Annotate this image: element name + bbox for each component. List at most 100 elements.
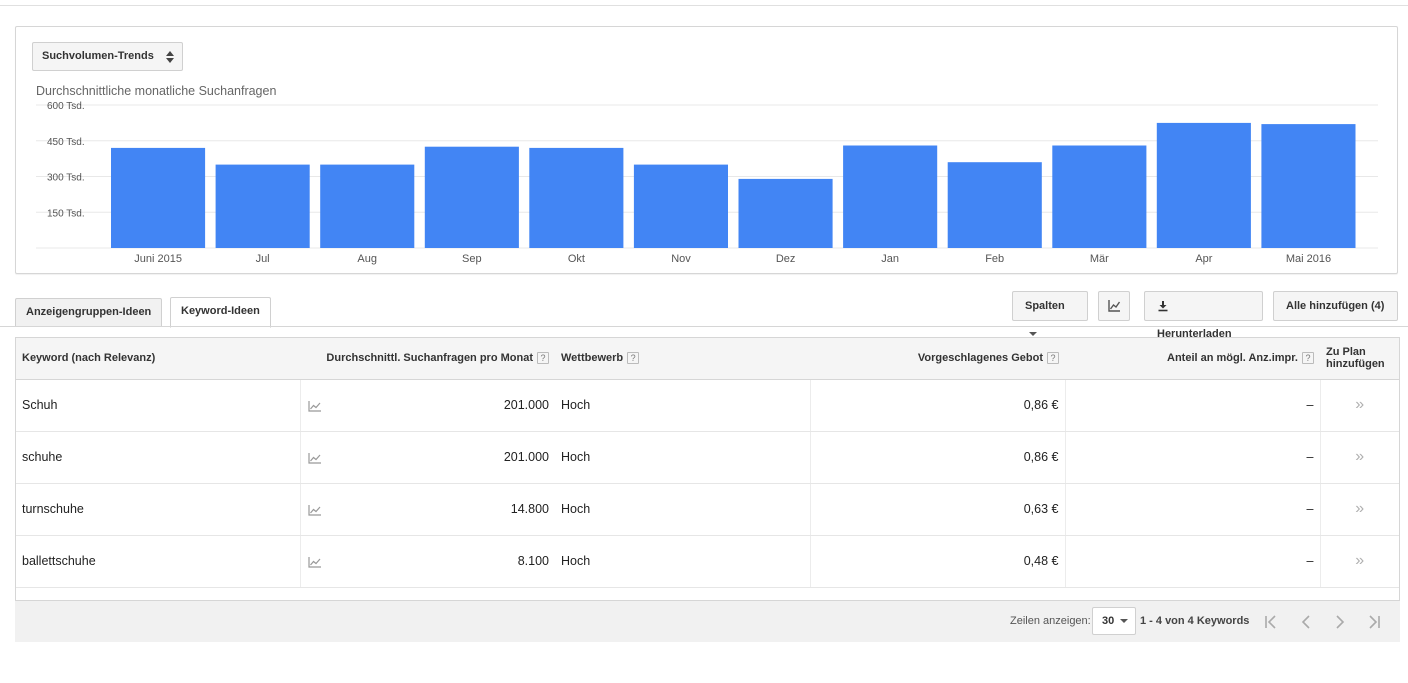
help-icon[interactable]: ? <box>537 352 549 365</box>
x-tick-label: Mai 2016 <box>1286 253 1331 265</box>
table-row: schuhe 201.000 Hoch 0,86 € –» <box>16 431 1399 484</box>
y-tick-label: 600 Tsd. <box>47 101 85 112</box>
keyword-cell: ballettschuhe <box>16 535 300 588</box>
x-tick-label: Apr <box>1195 253 1212 265</box>
x-tick-label: Jan <box>881 253 899 265</box>
competition-cell: Hoch <box>555 483 810 536</box>
searches-value: 8.100 <box>517 554 549 568</box>
header-add-to-plan: Zu Plan hinzufügen <box>1320 338 1399 380</box>
y-tick-label: 450 Tsd. <box>47 137 85 148</box>
bar[interactable] <box>1156 122 1251 248</box>
line-chart-icon <box>1108 300 1121 312</box>
bar[interactable] <box>947 162 1042 248</box>
line-chart-icon[interactable] <box>307 556 322 568</box>
searches-cell: 14.800 <box>299 483 555 536</box>
add-all-label: Alle hinzufügen (4) <box>1286 300 1385 312</box>
keyword-table: Keyword (nach Relevanz) Durchschnittl. S… <box>15 337 1400 601</box>
pagination-bar: Zeilen anzeigen: 30 1 - 4 von 4 Keywords <box>15 601 1400 642</box>
tab-label: Keyword-Ideen <box>181 305 260 317</box>
header-competition[interactable]: Wettbewerb? <box>555 338 810 380</box>
x-tick-label: Okt <box>568 253 585 265</box>
line-chart-icon[interactable] <box>307 504 322 516</box>
impression-share-cell: – <box>1064 379 1320 432</box>
bid-cell: 0,48 € <box>809 535 1065 588</box>
table-row: turnschuhe 14.800 Hoch 0,63 € –» <box>16 483 1399 536</box>
tab-label: Anzeigengruppen-Ideen <box>26 306 152 318</box>
add-all-button[interactable]: Alle hinzufügen (4) <box>1273 291 1398 321</box>
x-tick-label: Nov <box>671 253 691 265</box>
y-tick-label: 300 Tsd. <box>47 173 85 184</box>
help-icon[interactable]: ? <box>627 352 640 365</box>
keyword-cell: turnschuhe <box>16 483 300 536</box>
columns-button[interactable]: Spalten <box>1012 291 1088 337</box>
keyword-cell: Schuh <box>16 379 300 432</box>
add-to-plan-icon[interactable]: » <box>1319 431 1399 484</box>
tab-keyword-ideas[interactable]: Keyword-Ideen <box>170 297 271 328</box>
add-to-plan-icon[interactable]: » <box>1319 483 1399 536</box>
previous-page-icon[interactable] <box>1297 613 1315 631</box>
header-impression-share[interactable]: Anteil an mögl. Anz.impr.? <box>1065 338 1320 380</box>
table-row: ballettschuhe 8.100 Hoch 0,48 € –» <box>16 535 1399 588</box>
bar[interactable] <box>843 145 938 249</box>
table-header-row: Keyword (nach Relevanz) Durchschnittl. S… <box>16 338 1399 380</box>
bar[interactable] <box>529 147 624 248</box>
caret-down-icon <box>1120 619 1128 623</box>
y-tick-label: 150 Tsd. <box>47 208 85 219</box>
top-divider <box>0 5 1408 6</box>
bid-cell: 0,86 € <box>809 379 1065 432</box>
next-page-icon[interactable] <box>1331 613 1349 631</box>
add-to-plan-icon[interactable]: » <box>1319 379 1399 432</box>
range-text: 1 - 4 von 4 Keywords <box>1140 615 1250 627</box>
searches-value: 14.800 <box>510 502 549 516</box>
x-tick-label: Mär <box>1090 253 1109 265</box>
bar[interactable] <box>1052 145 1147 249</box>
help-icon[interactable]: ? <box>1047 352 1059 365</box>
table-row: Schuh 201.000 Hoch 0,86 € –» <box>16 379 1399 432</box>
searches-value: 201.000 <box>503 398 549 412</box>
line-chart-icon[interactable] <box>307 400 322 412</box>
chart-panel: Suchvolumen-Trends Durchschnittliche mon… <box>15 26 1398 274</box>
chart-toggle-button[interactable] <box>1098 291 1130 321</box>
impression-share-cell: – <box>1064 431 1320 484</box>
bar[interactable] <box>320 164 415 248</box>
x-tick-label: Dez <box>776 253 796 265</box>
bar[interactable] <box>424 146 519 248</box>
header-avg-searches[interactable]: Durchschnittl. Suchanfragen pro Monat? <box>300 338 555 380</box>
impression-share-cell: – <box>1064 483 1320 536</box>
header-keyword[interactable]: Keyword (nach Relevanz) <box>16 338 300 380</box>
bid-cell: 0,63 € <box>809 483 1065 536</box>
rows-per-page-label: Zeilen anzeigen: <box>1010 615 1091 627</box>
x-tick-label: Sep <box>462 253 482 265</box>
rows-per-page-select[interactable]: 30 <box>1092 607 1136 635</box>
searches-cell: 201.000 <box>299 379 555 432</box>
searches-cell: 8.100 <box>299 535 555 588</box>
help-icon[interactable]: ? <box>1302 352 1314 365</box>
x-tick-label: Aug <box>357 253 377 265</box>
x-tick-label: Juni 2015 <box>134 253 182 265</box>
download-icon <box>1158 301 1168 312</box>
keyword-cell: schuhe <box>16 431 300 484</box>
bid-cell: 0,86 € <box>809 431 1065 484</box>
competition-cell: Hoch <box>555 535 810 588</box>
header-suggested-bid[interactable]: Vorgeschlagenes Gebot? <box>810 338 1065 380</box>
impression-share-cell: – <box>1064 535 1320 588</box>
add-to-plan-icon[interactable]: » <box>1319 535 1399 588</box>
bar[interactable] <box>738 178 833 248</box>
rows-per-page-value: 30 <box>1102 615 1115 627</box>
line-chart-icon[interactable] <box>307 452 322 464</box>
competition-cell: Hoch <box>555 379 810 432</box>
search-volume-bar-chart: 150 Tsd. 300 Tsd. 450 Tsd. 600 Tsd. Juni 201… <box>36 101 1378 265</box>
columns-label: Spalten <box>1025 300 1065 312</box>
x-tick-label: Feb <box>985 253 1004 265</box>
bar[interactable] <box>633 164 728 248</box>
download-button[interactable]: Herunterladen <box>1144 291 1263 340</box>
tab-adgroup-ideas[interactable]: Anzeigengruppen-Ideen <box>15 298 163 327</box>
searches-cell: 201.000 <box>299 431 555 484</box>
bar[interactable] <box>215 164 310 248</box>
x-tick-label: Jul <box>256 253 270 265</box>
bar[interactable] <box>1261 124 1356 248</box>
competition-cell: Hoch <box>555 431 810 484</box>
bar[interactable] <box>111 147 206 248</box>
last-page-icon[interactable] <box>1365 613 1383 631</box>
first-page-icon[interactable] <box>1262 613 1280 631</box>
